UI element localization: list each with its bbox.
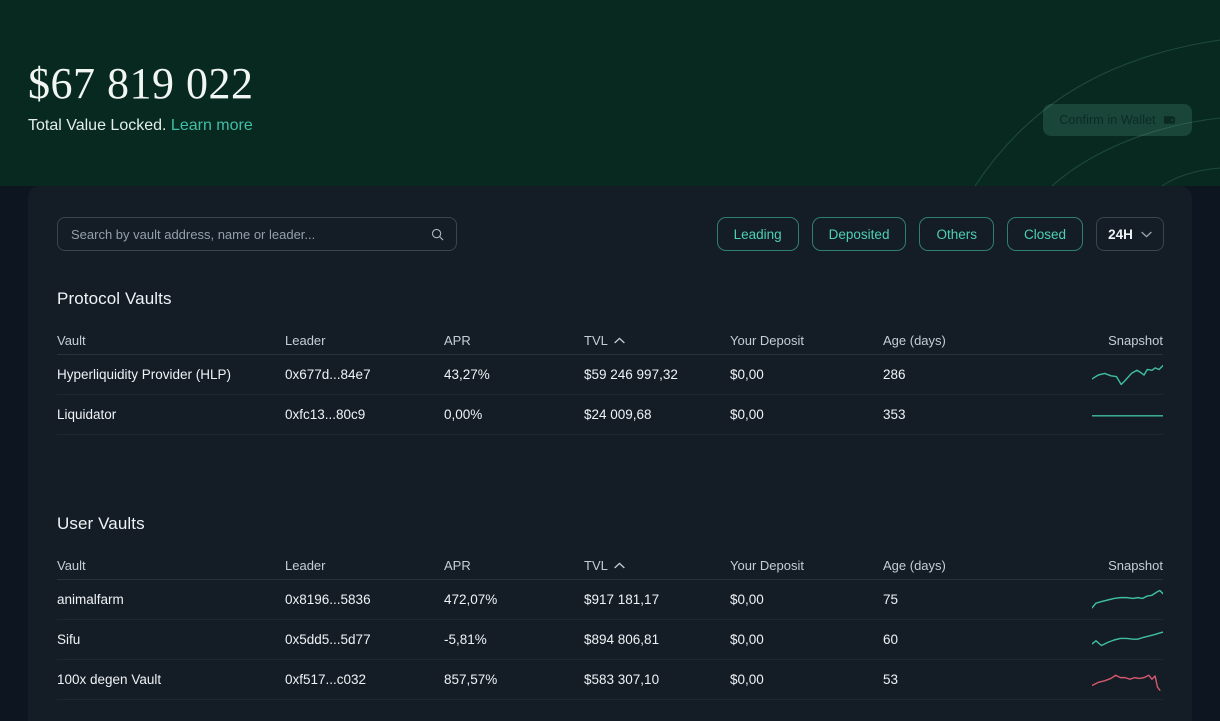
confirm-in-wallet-label: Confirm in Wallet: [1059, 113, 1156, 127]
column-header-your-deposit[interactable]: Your Deposit: [730, 558, 883, 573]
filter-bar: Leading Deposited Others Closed 24H: [716, 217, 1164, 251]
cell-age: 60: [883, 632, 899, 647]
cell-apr: 43,27%: [444, 367, 490, 382]
section-title-protocol-vaults: Protocol Vaults: [57, 289, 172, 308]
tvl-subtitle: Total Value Locked. Learn more: [28, 116, 253, 136]
column-header-snapshot[interactable]: Snapshot: [1092, 558, 1163, 573]
page-title: $67 819 022: [28, 59, 254, 108]
cell-snapshot: [1092, 585, 1163, 615]
cell-vault: 100x degen Vault: [57, 672, 162, 687]
cell-tvl: $917 181,17: [584, 592, 660, 607]
cell-tvl: $59 246 997,32: [584, 367, 678, 382]
search-box[interactable]: [57, 217, 457, 251]
cell-vault: animalfarm: [57, 592, 124, 607]
column-header-vault[interactable]: Vault: [57, 333, 285, 348]
cell-apr: 857,57%: [444, 672, 498, 687]
sparkline-chart: [1092, 589, 1163, 609]
cell-leader: 0x5dd5...5d77: [285, 632, 371, 647]
column-header-age-days[interactable]: Age (days): [883, 558, 1092, 573]
chevron-up-icon[interactable]: [614, 562, 625, 569]
column-header-tvl[interactable]: TVL: [584, 333, 730, 348]
cell-deposit: $0,00: [730, 592, 764, 607]
protocol-vaults-table: Vault Leader APR TVL Your Deposit Age (days) S…: [57, 329, 1163, 435]
column-header-snapshot[interactable]: Snapshot: [1092, 333, 1163, 348]
cell-vault: Hyperliquidity Provider (HLP): [57, 367, 232, 382]
time-range-dropdown[interactable]: 24H: [1096, 217, 1164, 251]
cell-deposit: $0,00: [730, 672, 764, 687]
column-header-your-deposit[interactable]: Your Deposit: [730, 333, 883, 348]
sparkline-chart: [1092, 630, 1163, 646]
table-header-row: Vault Leader APR TVL Your Deposit Age (days) S…: [57, 329, 1163, 355]
cell-leader: 0xf517...c032: [285, 672, 367, 687]
table-row[interactable]: Liquidator 0xfc13...80c9 0,00% $24 009,68 $0…: [57, 395, 1163, 435]
column-header-leader[interactable]: Leader: [285, 333, 444, 348]
sparkline-chart: [1092, 364, 1163, 385]
search-input[interactable]: [71, 226, 411, 242]
filter-leading[interactable]: Leading: [716, 217, 799, 251]
section-title-user-vaults: User Vaults: [57, 514, 145, 533]
cell-deposit: $0,00: [730, 407, 764, 422]
cell-age: 353: [883, 407, 906, 422]
cell-vault: Sifu: [57, 632, 81, 647]
cell-snapshot: [1092, 400, 1163, 430]
filter-others[interactable]: Others: [919, 217, 994, 251]
chevron-up-icon[interactable]: [614, 337, 625, 344]
column-header-leader[interactable]: Leader: [285, 558, 444, 573]
table-header-row: Vault Leader APR TVL Your Deposit Age (days) S…: [57, 554, 1163, 580]
cell-deposit: $0,00: [730, 367, 764, 382]
column-header-vault[interactable]: Vault: [57, 558, 285, 573]
cell-snapshot: [1092, 625, 1163, 655]
sparkline-chart: [1092, 674, 1161, 691]
table-row[interactable]: Sifu 0x5dd5...5d77 -5,81% $894 806,81 $0,00 6…: [57, 620, 1163, 660]
cell-leader: 0x8196...5836: [285, 592, 371, 607]
table-row[interactable]: Hyperliquidity Provider (HLP) 0x677d...84…: [57, 355, 1163, 395]
table-row[interactable]: 100x degen Vault 0xf517...c032 857,57% $583…: [57, 660, 1163, 700]
cell-snapshot: [1092, 360, 1163, 390]
cell-deposit: $0,00: [730, 632, 764, 647]
cell-apr: 472,07%: [444, 592, 498, 607]
cell-tvl: $894 806,81: [584, 632, 660, 647]
column-header-apr[interactable]: APR: [444, 333, 584, 348]
cell-age: 286: [883, 367, 906, 382]
confirm-in-wallet-button[interactable]: Confirm in Wallet: [1043, 104, 1192, 136]
cell-age: 75: [883, 592, 899, 607]
cell-apr: 0,00%: [444, 407, 483, 422]
tvl-label: Total Value Locked.: [28, 117, 167, 134]
time-range-value: 24H: [1108, 226, 1133, 242]
filter-closed[interactable]: Closed: [1006, 217, 1083, 251]
cell-apr: -5,81%: [444, 632, 487, 647]
column-header-tvl[interactable]: TVL: [584, 558, 730, 573]
cell-leader: 0xfc13...80c9: [285, 407, 366, 422]
column-header-apr[interactable]: APR: [444, 558, 584, 573]
cell-tvl: $583 307,10: [584, 672, 660, 687]
vaults-panel: Leading Deposited Others Closed 24H Prot…: [28, 186, 1192, 721]
sparkline-chart: [1092, 414, 1163, 416]
cell-leader: 0x677d...84e7: [285, 367, 371, 382]
cell-age: 53: [883, 672, 899, 687]
learn-more-link[interactable]: Learn more: [171, 117, 253, 134]
cell-tvl: $24 009,68: [584, 407, 652, 422]
chevron-down-icon: [1141, 231, 1152, 237]
table-row[interactable]: animalfarm 0x8196...5836 472,07% $917 181,1…: [57, 580, 1163, 620]
cell-vault: Liquidator: [57, 407, 117, 422]
column-header-age-days[interactable]: Age (days): [883, 333, 1092, 348]
filter-deposited[interactable]: Deposited: [811, 217, 907, 251]
user-vaults-table: Vault Leader APR TVL Your Deposit Age (days) S…: [57, 554, 1163, 700]
wallet-icon: [1163, 116, 1175, 124]
header-band: $67 819 022 Total Value Locked. Learn mo…: [0, 0, 1220, 186]
search-icon[interactable]: [431, 228, 444, 241]
cell-snapshot: [1092, 665, 1163, 695]
